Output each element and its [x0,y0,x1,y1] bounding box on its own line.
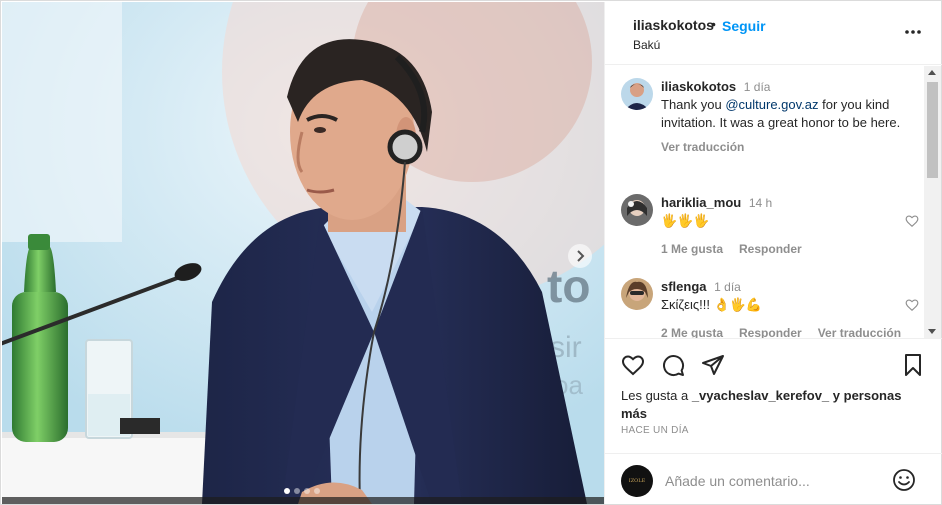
header-separator: • [711,16,716,32]
avatar: IZOLE [621,465,653,497]
more-options-button[interactable] [901,20,925,44]
comments-scrollbar[interactable] [924,66,941,338]
comment-bubble-icon[interactable] [661,353,685,377]
see-translation-button[interactable]: Ver traducción [818,324,901,338]
comment-time[interactable]: 14 h [749,196,772,210]
likes-prefix: Les gusta a [621,388,692,403]
avatar-logo-text: IZOLE [628,478,646,484]
likes-summary: Les gusta a _vyacheslav_kerefov_ y perso… [621,387,921,423]
photo-illustration: to sir oa [2,2,604,504]
carousel-dot [314,488,320,494]
post-timestamp[interactable]: HACE UN DÍA [621,425,689,436]
scroll-down-arrow-icon[interactable] [928,329,936,334]
follow-button[interactable]: Seguir [722,18,766,34]
share-paper-plane-icon[interactable] [701,353,725,377]
comment-text: 🖐🖐🖐 [661,213,710,228]
avatar[interactable] [621,78,653,110]
comment-username[interactable]: hariklia_mou [661,195,741,210]
avatar-photo [621,278,653,310]
reply-button[interactable]: Responder [739,240,802,258]
instagram-post-dialog: to sir oa iliaskokotos • Seguir Bakú ili… [0,0,942,505]
post-actions: Les gusta a _vyacheslav_kerefov_ y perso… [605,338,942,453]
scroll-up-arrow-icon[interactable] [928,70,936,75]
comment-username[interactable]: iliaskokotos [661,79,736,94]
post-photo[interactable]: to sir oa [2,2,604,504]
carousel-next-button[interactable] [568,244,592,268]
comment-text: Σκίζεις!!! 👌🖐💪 [661,297,763,312]
reply-button[interactable]: Responder [739,324,802,338]
like-comment-heart-icon[interactable] [905,298,919,312]
see-translation-button[interactable]: Ver traducción [661,138,744,156]
comment-likes-count[interactable]: 2 Me gusta [661,324,723,338]
comment-input[interactable] [665,470,885,492]
comment-username[interactable]: sflenga [661,279,707,294]
avatar-photo [621,78,653,110]
avatar[interactable] [621,194,653,226]
post-location[interactable]: Bakú [633,38,660,52]
carousel-dots [284,488,320,494]
avatar[interactable] [621,278,653,310]
post-header: iliaskokotos • Seguir Bakú [605,2,942,65]
comment-time[interactable]: 1 día [714,280,741,294]
carousel-dot-active [284,488,290,494]
comment-likes-count[interactable]: 1 Me gusta [661,240,723,258]
svg-text:to: to [547,260,590,312]
chevron-right-icon [577,250,585,262]
more-horizontal-icon [905,30,921,34]
comment-text: Thank you @culture.gov.az for you kind i… [661,96,909,132]
author-username[interactable]: iliaskokotos [633,17,714,33]
avatar-photo [621,194,653,226]
comment-text-part: Thank you [661,97,726,112]
add-comment-bar: IZOLE [605,453,942,504]
mention-link[interactable]: @culture.gov.az [725,97,818,112]
save-bookmark-icon[interactable] [901,353,925,377]
post-side-panel: iliaskokotos • Seguir Bakú iliaskokotos … [604,2,942,504]
like-comment-heart-icon[interactable] [905,214,919,228]
comment-time[interactable]: 1 día [744,80,771,94]
carousel-dot [304,488,310,494]
comments-list: iliaskokotos 1 día Thank you @culture.go… [605,66,942,338]
liker-username[interactable]: _vyacheslav_kerefov_ [692,388,829,403]
like-heart-icon[interactable] [621,353,645,377]
emoji-icon[interactable] [892,468,916,492]
carousel-dot [294,488,300,494]
scroll-thumb[interactable] [927,82,938,178]
